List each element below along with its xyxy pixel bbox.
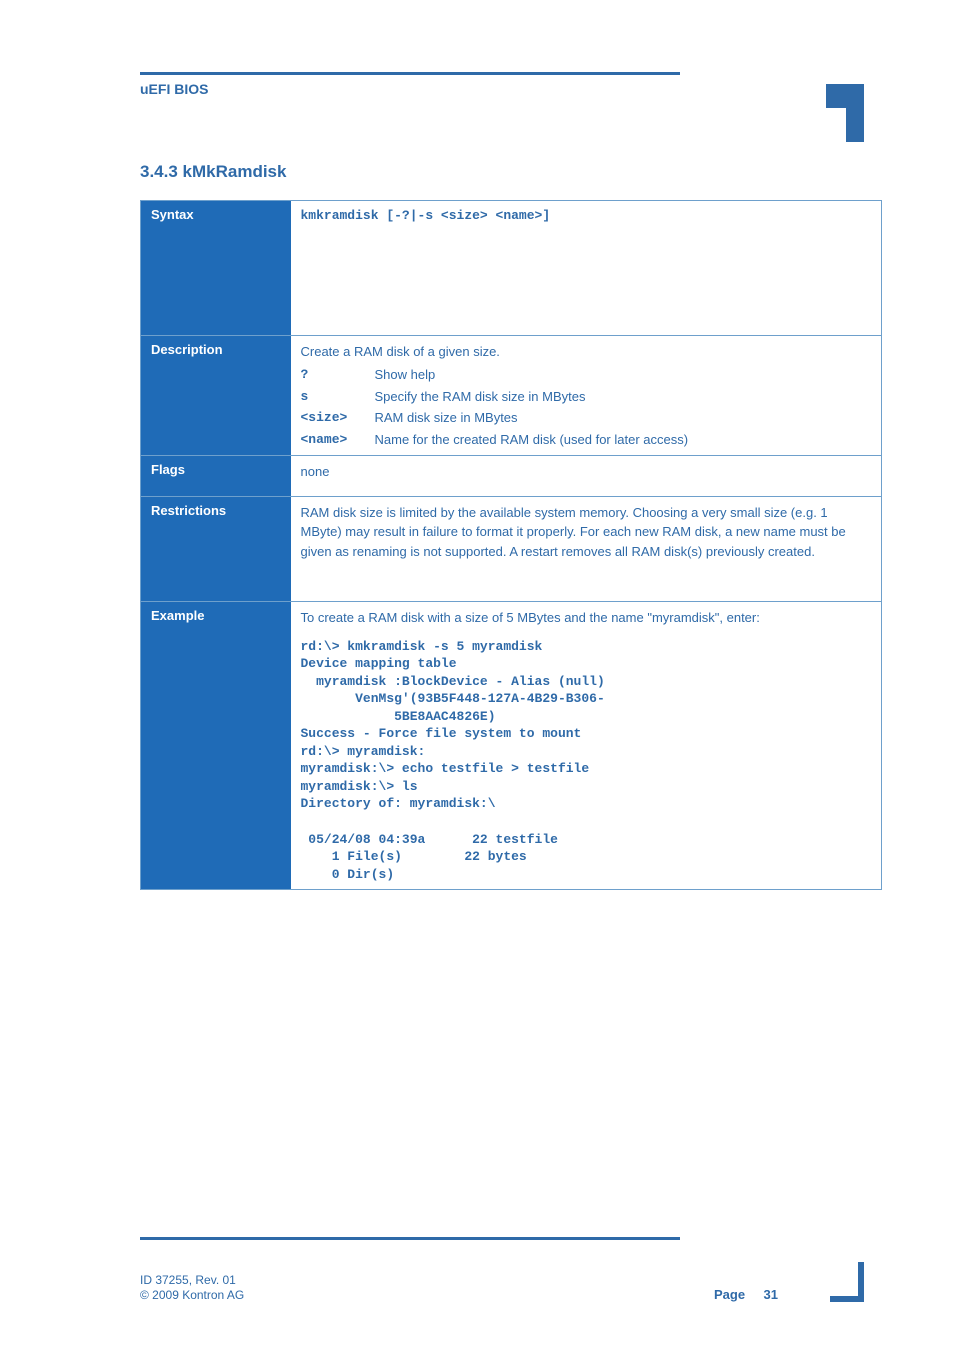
row-content: To create a RAM disk with a size of 5 MB… bbox=[291, 602, 882, 890]
option-value: Show help bbox=[375, 365, 872, 385]
footer-page-label: Page bbox=[714, 1287, 745, 1302]
desc-intro: Create a RAM disk of a given size. bbox=[301, 342, 872, 362]
example-intro: To create a RAM disk with a size of 5 MB… bbox=[301, 608, 872, 628]
table-row: DescriptionCreate a RAM disk of a given … bbox=[141, 335, 882, 456]
row-content: RAM disk size is limited by the availabl… bbox=[291, 496, 882, 602]
plain-text: RAM disk size is limited by the availabl… bbox=[301, 503, 872, 562]
footer-page-number: 31 bbox=[764, 1287, 778, 1302]
example-code: rd:\> kmkramdisk -s 5 myramdisk Device m… bbox=[301, 638, 872, 884]
row-content: Create a RAM disk of a given size.?Show … bbox=[291, 335, 882, 456]
row-label: Flags bbox=[141, 456, 291, 497]
table-row: RestrictionsRAM disk size is limited by … bbox=[141, 496, 882, 602]
footer-id: ID 37255, Rev. 01 bbox=[140, 1273, 244, 1287]
row-label: Syntax bbox=[141, 201, 291, 336]
table-row: Example To create a RAM disk with a size … bbox=[141, 602, 882, 890]
option-key: <name> bbox=[301, 430, 375, 450]
section-title: 3.4.3 kMkRamdisk bbox=[140, 162, 864, 182]
footer-rule bbox=[140, 1237, 680, 1240]
row-content: none bbox=[291, 456, 882, 497]
header-title: uEFI BIOS bbox=[140, 81, 680, 97]
option-row: ?Show help bbox=[301, 365, 872, 385]
option-value: RAM disk size in MBytes bbox=[375, 408, 872, 428]
table-row: Syntax kmkramdisk [-?|-s <size> <name>] bbox=[141, 201, 882, 336]
option-value: Specify the RAM disk size in MBytes bbox=[375, 387, 872, 407]
row-label: Description bbox=[141, 335, 291, 456]
command-table: Syntax kmkramdisk [-?|-s <size> <name>] De… bbox=[140, 200, 882, 890]
footer-corner-mark bbox=[804, 1246, 864, 1302]
option-key: ? bbox=[301, 365, 375, 385]
row-content: kmkramdisk [-?|-s <size> <name>] bbox=[291, 201, 882, 336]
row-label: Restrictions bbox=[141, 496, 291, 602]
header-rule bbox=[140, 72, 680, 75]
plain-text: none bbox=[301, 462, 872, 482]
table-row: Flags none bbox=[141, 456, 882, 497]
syntax-code: kmkramdisk [-?|-s <size> <name>] bbox=[301, 207, 872, 225]
option-value: Name for the created RAM disk (used for … bbox=[375, 430, 872, 450]
logo-corner bbox=[794, 66, 864, 126]
option-key: s bbox=[301, 387, 375, 407]
footer-copyright: © 2009 Kontron AG bbox=[140, 1288, 244, 1302]
option-row: <name>Name for the created RAM disk (use… bbox=[301, 430, 872, 450]
row-label: Example bbox=[141, 602, 291, 890]
option-row: sSpecify the RAM disk size in MBytes bbox=[301, 387, 872, 407]
option-row: <size>RAM disk size in MBytes bbox=[301, 408, 872, 428]
option-key: <size> bbox=[301, 408, 375, 428]
